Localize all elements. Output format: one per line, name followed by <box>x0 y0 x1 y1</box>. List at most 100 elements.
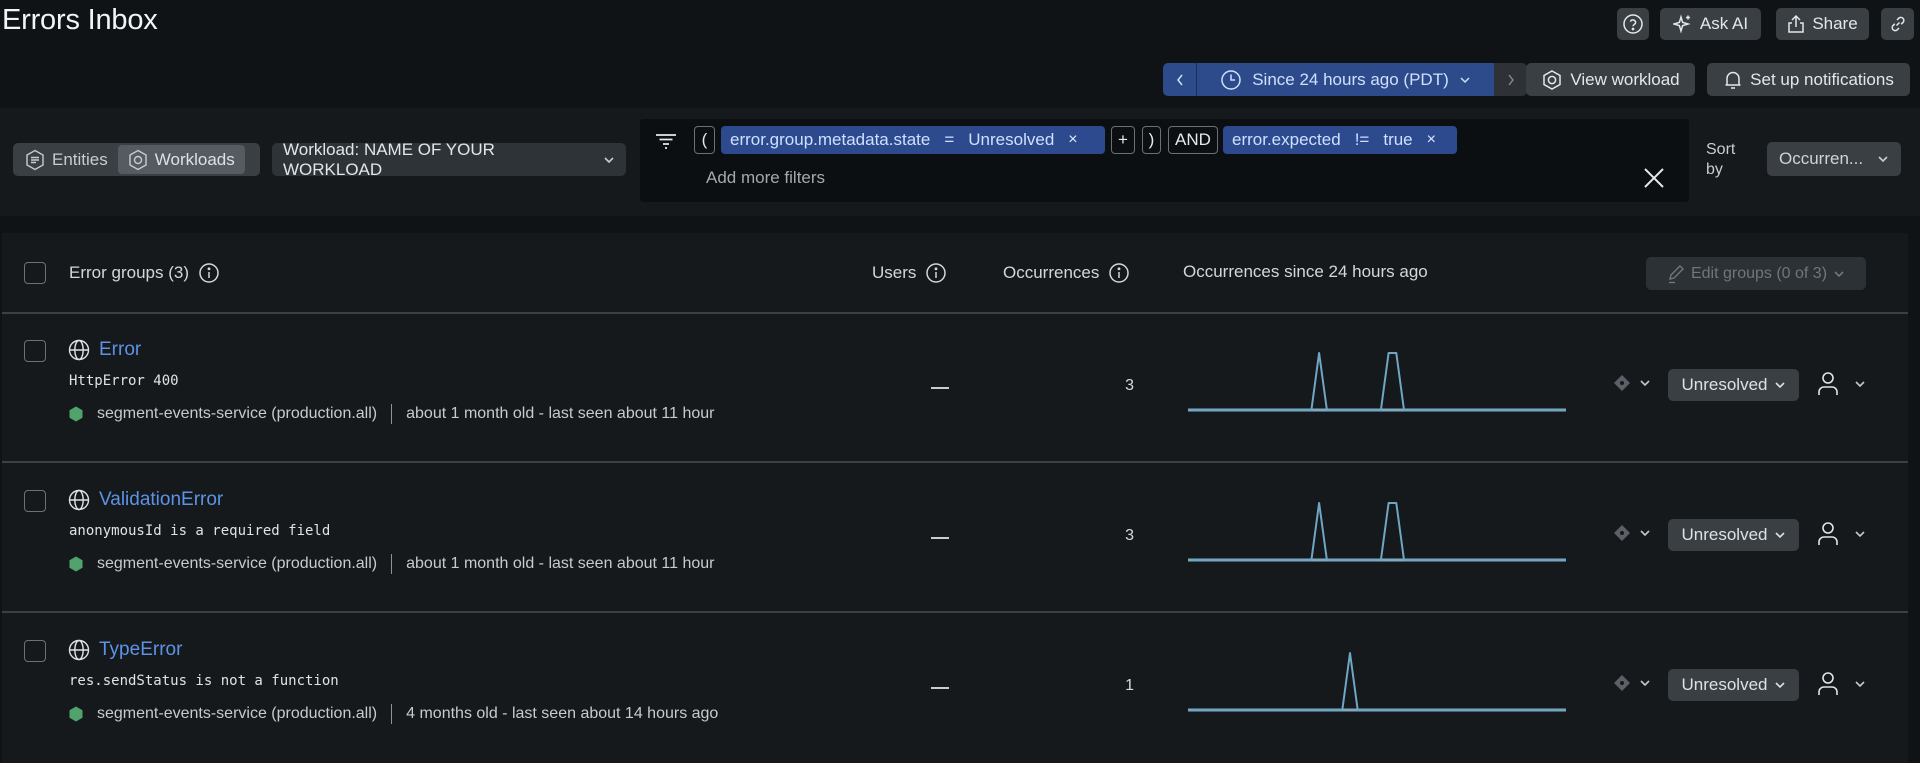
workloads-label: Workloads <box>154 149 235 169</box>
row-checkbox[interactable] <box>24 340 46 362</box>
sort-select[interactable]: Occurren... <box>1767 142 1901 176</box>
globe-icon <box>67 638 91 662</box>
time-prev-button[interactable] <box>1163 63 1197 96</box>
chevron-down-icon <box>1639 378 1651 388</box>
chevron-down-icon <box>1854 679 1866 689</box>
assignee-menu[interactable] <box>1816 520 1866 548</box>
tag-diamond-icon <box>1613 524 1631 542</box>
row-checkbox[interactable] <box>24 640 46 662</box>
chevron-down-icon <box>1833 269 1845 279</box>
filter-chip-operator: = <box>944 130 955 149</box>
add-more-filters-input[interactable]: Add more filters <box>706 168 825 188</box>
set-up-notifications-button[interactable]: Set up notifications <box>1707 63 1910 96</box>
entity-link[interactable]: segment-events-service (production.all) <box>97 705 377 723</box>
ask-ai-button[interactable]: Ask AI <box>1660 8 1761 40</box>
time-next-button[interactable] <box>1494 63 1527 96</box>
entity-health-icon <box>69 556 83 572</box>
filter-chip-operator: != <box>1354 130 1370 149</box>
remove-filter-icon[interactable]: × <box>1068 131 1077 149</box>
remove-filter-icon[interactable]: × <box>1427 131 1436 149</box>
tags-menu[interactable] <box>1613 374 1651 392</box>
status-select[interactable]: Unresolved <box>1668 369 1799 401</box>
chevron-down-icon <box>1854 529 1866 539</box>
error-group-link[interactable]: ValidationError <box>67 488 223 512</box>
status-select[interactable]: Unresolved <box>1668 519 1799 551</box>
edit-groups-label: Edit groups (0 of 3) <box>1690 264 1828 282</box>
users-header-label: Users <box>872 263 917 282</box>
share-button[interactable]: Share <box>1776 8 1869 40</box>
globe-icon <box>67 488 91 512</box>
chevron-down-icon <box>1639 528 1651 538</box>
assignee-menu[interactable] <box>1816 670 1866 698</box>
clear-filters-icon[interactable] <box>1643 167 1665 189</box>
info-icon[interactable] <box>198 262 220 284</box>
users-value <box>931 537 949 539</box>
filter-chip[interactable]: error.expected != true × <box>1223 126 1457 154</box>
page-title: Errors Inbox <box>2 4 158 36</box>
error-meta: segment-events-service (production.all) … <box>69 704 801 724</box>
share-icon <box>1787 14 1805 34</box>
copy-link-button[interactable] <box>1881 8 1914 40</box>
workload-select[interactable]: Workload: NAME OF YOUR WORKLOAD <box>272 140 626 179</box>
error-group-link[interactable]: TypeError <box>67 638 182 662</box>
workloads-tab[interactable]: Workloads <box>117 145 245 174</box>
filter-chip-attribute: error.group.metadata.state <box>730 130 931 149</box>
close-paren-token[interactable]: ) <box>1142 126 1161 154</box>
status-value: Unresolved <box>1681 375 1768 394</box>
column-header-occurrences[interactable]: Occurrences <box>1003 262 1130 284</box>
time-picker[interactable]: Since 24 hours ago (PDT) <box>1163 63 1527 96</box>
time-range-label: Since 24 hours ago (PDT) <box>1252 69 1449 89</box>
globe-icon <box>67 338 91 362</box>
occurrences-value: 3 <box>1125 527 1134 544</box>
occurrence-sparkline <box>1188 352 1566 412</box>
edit-groups-button[interactable]: Edit groups (0 of 3) <box>1646 257 1866 290</box>
workload-icon <box>1541 69 1563 91</box>
ask-ai-label: Ask AI <box>1699 14 1749 33</box>
tags-menu[interactable] <box>1613 674 1651 692</box>
error-message: anonymousId is a required field <box>69 523 331 539</box>
row-checkbox[interactable] <box>24 490 46 512</box>
error-group-name: Error <box>99 339 142 360</box>
help-button[interactable] <box>1617 8 1649 40</box>
tag-diamond-icon <box>1613 374 1631 392</box>
column-header-users[interactable]: Users <box>872 262 947 284</box>
add-filter-token[interactable]: + <box>1111 126 1135 154</box>
occurrences-value: 3 <box>1125 377 1134 394</box>
status-value: Unresolved <box>1681 675 1768 694</box>
chevron-down-icon <box>1877 154 1889 164</box>
error-meta: segment-events-service (production.all) … <box>69 404 801 424</box>
error-age: about 1 month old - last seen about 11 h… <box>406 405 715 422</box>
assignee-menu[interactable] <box>1816 370 1866 398</box>
entities-label: Entities <box>52 149 108 169</box>
share-label: Share <box>1812 14 1858 33</box>
tags-menu[interactable] <box>1613 524 1651 542</box>
filter-chip[interactable]: error.group.metadata.state = Unresolved … <box>721 126 1105 154</box>
chevron-left-icon <box>1175 73 1185 87</box>
filter-chip-attribute: error.expected <box>1232 130 1341 149</box>
info-icon[interactable] <box>1108 262 1130 284</box>
status-select[interactable]: Unresolved <box>1668 669 1799 701</box>
scope-toggle: Entities Workloads <box>13 143 260 176</box>
meta-separator <box>391 404 393 424</box>
bell-icon <box>1723 69 1743 91</box>
view-workload-button[interactable]: View workload <box>1526 63 1695 96</box>
users-value <box>931 387 949 389</box>
question-circle-icon <box>1622 13 1644 35</box>
workload-select-label: Workload: NAME OF YOUR WORKLOAD <box>283 139 495 179</box>
info-icon[interactable] <box>925 262 947 284</box>
pencil-icon <box>1667 264 1685 284</box>
entity-link[interactable]: segment-events-service (production.all) <box>97 405 377 423</box>
workload-icon <box>128 149 148 171</box>
and-operator-token[interactable]: AND <box>1168 126 1218 154</box>
chevron-down-icon <box>1854 379 1866 389</box>
column-header-sparkline: Occurrences since 24 hours ago <box>1183 262 1428 282</box>
time-range-select[interactable]: Since 24 hours ago (PDT) <box>1197 63 1494 96</box>
error-group-link[interactable]: Error <box>67 338 141 362</box>
open-paren-token[interactable]: ( <box>694 126 715 154</box>
error-group-name: ValidationError <box>99 489 224 510</box>
entity-link[interactable]: segment-events-service (production.all) <box>97 555 377 573</box>
select-all-checkbox[interactable] <box>24 262 46 284</box>
entities-tab[interactable]: Entities <box>15 145 118 174</box>
meta-separator <box>391 704 393 724</box>
sparkline-series <box>1188 652 1566 711</box>
